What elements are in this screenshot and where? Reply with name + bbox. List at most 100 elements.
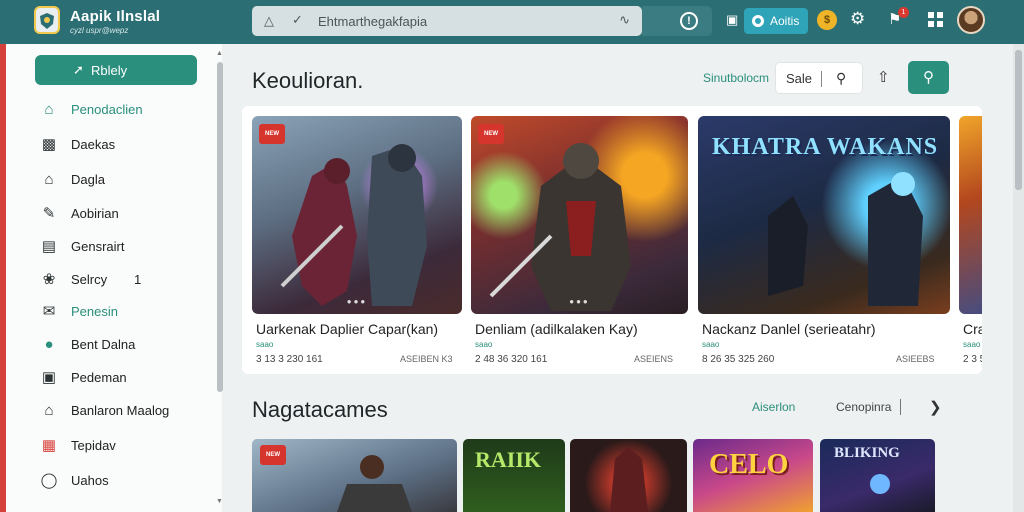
camera-icon: ▣: [41, 369, 57, 386]
search-button[interactable]: ⚲: [908, 61, 949, 94]
sort-dropdown[interactable]: Sale ⚲: [775, 62, 863, 94]
status-icon: [752, 15, 764, 27]
sidebar-item-bent-dalna[interactable]: ● Bent Dalna: [36, 333, 212, 357]
game-card-art[interactable]: NEW ●●●: [471, 116, 688, 314]
game-card-art[interactable]: [959, 116, 982, 314]
home-icon: ⌂: [44, 402, 54, 419]
leaf-icon: ❀: [42, 271, 56, 288]
main-scrollbar[interactable]: [1013, 44, 1024, 512]
app-logo-icon[interactable]: [34, 6, 60, 34]
sidebar-item-label: Selrcy: [71, 272, 108, 287]
new-badge: NEW: [260, 445, 286, 465]
info-icon: !: [680, 12, 698, 30]
new-badge: NEW: [478, 124, 504, 144]
sidebar-item-pedeman[interactable]: ▣ Pedeman: [36, 366, 212, 390]
sidebar-item-penodaclien[interactable]: ⌂ Penodaclien: [36, 98, 212, 122]
game-card-stats: 8 26 35 325 260: [702, 354, 775, 365]
sidebar-item-daekas[interactable]: ▩ Daekas: [36, 133, 212, 157]
game-tile[interactable]: RAIIK: [463, 439, 565, 512]
game-card-title[interactable]: Uarkenak Daplier Capar(kan): [256, 321, 438, 337]
new-games-filter[interactable]: Cenopinra: [836, 400, 891, 414]
new-games-see-all-link[interactable]: Aiserlon: [752, 400, 795, 414]
game-card-art[interactable]: NEW ●●●: [252, 116, 462, 314]
notification-badge: 1: [898, 7, 909, 18]
account-button[interactable]: Aoitis: [744, 8, 808, 34]
game-card-genre: saao: [702, 340, 720, 349]
sidebar-item-dagla[interactable]: ⌂ Dagla: [36, 168, 212, 192]
sidebar-cta-button[interactable]: ➚ Rblely: [35, 55, 197, 85]
app-icon: ▦: [41, 437, 57, 454]
sidebar-item-tepidav[interactable]: ▦ Tepidav: [36, 434, 212, 458]
sidebar-item-label: Uahos: [71, 473, 109, 488]
sidebar-item-label: Dagla: [71, 172, 105, 187]
sidebar-item-label: Pedeman: [71, 370, 127, 385]
sidebar-item-gensrairt[interactable]: ▤ Gensrairt: [36, 235, 212, 259]
sidebar-cta-label: Rblely: [91, 63, 128, 78]
search-input[interactable]: Ehtmarthegakfapia: [318, 14, 427, 29]
top-bar: Aapik Ilnslal cyzl uspr@wepz △ ✓ Ehtmart…: [0, 0, 1024, 44]
sidebar-item-banlaron-maalog[interactable]: ⌂ Banlaron Maalog: [36, 399, 212, 423]
mail-icon: ✉: [42, 303, 56, 320]
search-icon[interactable]: ⚲: [836, 70, 846, 87]
game-card-art[interactable]: KHATRA WAKANS: [698, 116, 950, 314]
sidebar-item-aobirian[interactable]: ✎ Aobirian: [36, 202, 212, 226]
game-tile[interactable]: NEW: [252, 439, 457, 512]
scroll-down-icon[interactable]: ▼: [216, 498, 223, 505]
monitor-icon: ▤: [41, 238, 57, 255]
game-art-title: BLIKING: [834, 445, 900, 461]
game-card-genre: saao: [963, 340, 981, 349]
search-bar[interactable]: △ ✓ Ehtmarthegakfapia ∿: [252, 6, 642, 36]
sidebar-scrollbar[interactable]: ▲ ▼: [216, 50, 224, 506]
arrow-icon: ➚: [73, 62, 84, 77]
bag-icon: ▩: [41, 136, 57, 153]
game-card-publisher: ASEIBEN K3: [400, 354, 453, 364]
info-button[interactable]: !: [642, 6, 712, 36]
sidebar-item-label: Tepidav: [71, 438, 116, 453]
sort-label: Sale: [786, 71, 813, 86]
carousel-dots[interactable]: ●●●: [569, 297, 590, 306]
app-title: Aapik Ilnslal: [70, 8, 161, 25]
app-subtitle: cyzl uspr@wepz: [70, 26, 129, 35]
scroll-up-icon[interactable]: ▲: [216, 50, 223, 57]
grid-icon[interactable]: [928, 12, 944, 28]
featured-see-all-link[interactable]: Sinutbolocm: [703, 71, 769, 85]
chevron-down-icon[interactable]: ∿: [619, 12, 630, 28]
game-card-publisher: ASIEEBS: [896, 354, 935, 364]
scrollbar-thumb[interactable]: [217, 62, 223, 392]
divider: [821, 71, 822, 87]
account-label: Aoitis: [770, 14, 800, 28]
knight-art: [489, 143, 631, 311]
share-icon[interactable]: ⇧: [877, 68, 890, 86]
coin-icon[interactable]: $: [817, 10, 837, 30]
game-card-stats: 3 13 3 230 161: [256, 354, 323, 365]
game-tile[interactable]: BLIKING: [820, 439, 935, 512]
home-icon: ⌂: [44, 101, 54, 118]
game-card-title[interactable]: Denliam (adilkalaken Kay): [475, 321, 638, 337]
game-card-title[interactable]: Cra: [963, 321, 982, 337]
notification-icon[interactable]: ⚑ 1: [888, 7, 909, 28]
sidebar-item-label: Banlaron Maalog: [71, 403, 170, 418]
game-tile[interactable]: [570, 439, 687, 512]
sidebar-item-label: Penodaclien: [71, 102, 143, 117]
game-art-title: CELO: [709, 449, 789, 480]
chevron-right-icon[interactable]: ❯: [929, 398, 942, 416]
sidebar: ➚ Rblely ⌂ Penodaclien ▩ Daekas ⌂ Dagla ✎ Ao…: [0, 44, 224, 512]
sidebar-item-label: Aobirian: [71, 206, 119, 221]
new-games-section-title: Nagatacames: [252, 397, 388, 422]
warrior-art: [280, 144, 427, 306]
scrollbar-thumb[interactable]: [1015, 50, 1022, 190]
sidebar-item-selrcy[interactable]: ❀ Selrcy 1: [36, 268, 212, 292]
gear-icon[interactable]: ⚙: [850, 9, 865, 29]
game-art-title: KHATRA WAKANS: [712, 134, 939, 160]
game-tile[interactable]: CELO: [693, 439, 813, 512]
game-card-title[interactable]: Nackanz Danlel (serieatahr): [702, 321, 876, 337]
featured-carousel: NEW ●●● Uarkenak Daplier Capar(kan) saao…: [242, 106, 982, 374]
carousel-dots[interactable]: ●●●: [347, 297, 368, 306]
sidebar-item-penesin[interactable]: ✉ Penesin: [36, 300, 212, 324]
featured-section-title: Keoulioran.: [252, 68, 364, 93]
sidebar-item-uahos[interactable]: ◯ Uahos: [36, 469, 212, 493]
check-icon[interactable]: ✓: [292, 12, 308, 28]
avatar[interactable]: [957, 6, 985, 34]
cart-icon[interactable]: ▣: [726, 12, 738, 28]
filter-icon[interactable]: △: [264, 13, 280, 29]
